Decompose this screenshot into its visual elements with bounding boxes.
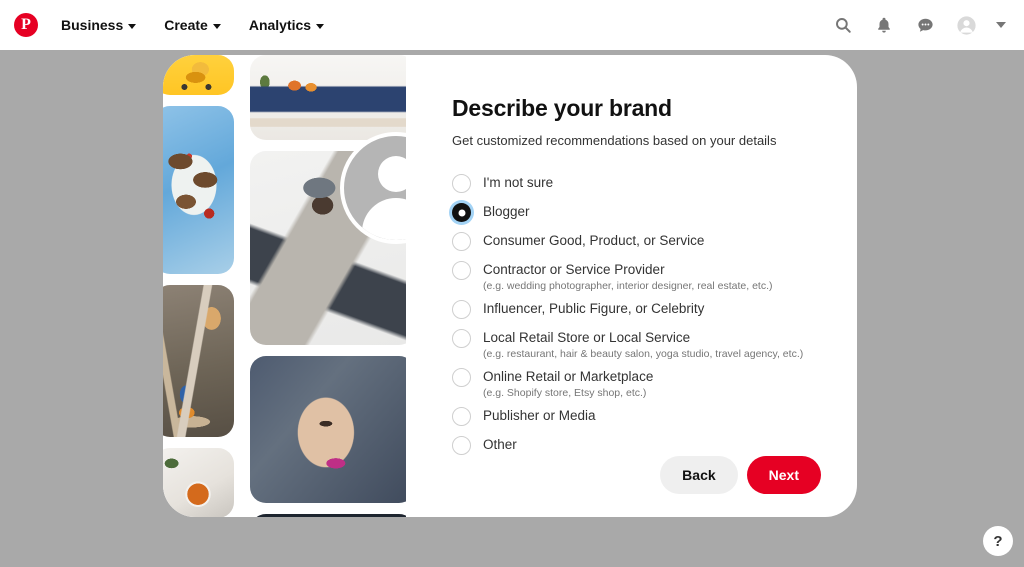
collage-tile-yellow-toy-car <box>163 55 234 95</box>
collage-tile-wooden-playset <box>163 285 234 437</box>
radio-option-consumer-good-product-or-service[interactable]: Consumer Good, Product, or Service <box>452 231 821 251</box>
radio-option-label: I'm not sure <box>483 175 554 190</box>
radio-option-local-retail-store-or-local-service[interactable]: Local Retail Store or Local Service (e.g… <box>452 328 821 361</box>
radio-option-sublabel: (e.g. restaurant, hair & beauty salon, y… <box>483 348 804 360</box>
radio-option-contractor-or-service-provider[interactable]: Contractor or Service Provider (e.g. wed… <box>452 260 821 293</box>
radio-button[interactable] <box>452 300 471 319</box>
radio-option-label: Online Retail or Marketplace <box>483 369 654 384</box>
messages-icon[interactable] <box>914 14 936 36</box>
radio-option-label: Consumer Good, Product, or Service <box>483 233 705 248</box>
pinterest-logo-icon[interactable]: P <box>14 13 38 37</box>
collage-tile-woman-portrait <box>250 356 406 503</box>
page-subtitle: Get customized recommendations based on … <box>452 133 777 148</box>
radio-option-publisher-or-media[interactable]: Publisher or Media <box>452 406 821 426</box>
chevron-down-icon <box>316 23 325 29</box>
radio-option-sublabel: (e.g. wedding photographer, interior des… <box>483 280 773 292</box>
radio-option-influencer-public-figure-or-celebrity[interactable]: Influencer, Public Figure, or Celebrity <box>452 299 821 319</box>
next-button[interactable]: Next <box>746 456 821 494</box>
help-button[interactable]: ? <box>983 526 1013 556</box>
nav-left-group: P Business Create Analytics <box>14 11 338 39</box>
radio-option-im-not-sure[interactable]: I'm not sure <box>452 173 821 193</box>
radio-option-label: Contractor or Service Provider <box>483 262 665 277</box>
radio-button[interactable] <box>452 261 471 280</box>
radio-option-online-retail-or-marketplace[interactable]: Online Retail or Marketplace (e.g. Shopi… <box>452 367 821 400</box>
account-avatar-icon[interactable] <box>955 14 977 36</box>
image-collage <box>163 55 406 517</box>
brand-description-form: Describe your brand Get customized recom… <box>406 55 857 517</box>
radio-option-label: Other <box>483 437 517 452</box>
avatar <box>340 132 406 244</box>
chevron-down-icon <box>212 23 221 29</box>
radio-button[interactable] <box>452 407 471 426</box>
search-icon[interactable] <box>832 14 854 36</box>
radio-button[interactable] <box>452 329 471 348</box>
back-button[interactable]: Back <box>660 456 738 494</box>
page-title: Describe your brand <box>452 95 672 121</box>
collage-tile-food-platter <box>163 106 234 274</box>
collage-column-left <box>163 55 234 517</box>
avatar-head-shape <box>378 156 406 192</box>
collage-tile-string-lights <box>250 514 406 517</box>
radio-option-label: Local Retail Store or Local Service <box>483 330 691 345</box>
chevron-down-icon <box>128 23 137 29</box>
collage-column-right <box>250 55 406 517</box>
brand-type-radio-group: I'm not sure Blogger Consumer Good, Prod… <box>452 173 821 455</box>
radio-button[interactable] <box>452 232 471 251</box>
radio-option-label: Blogger <box>483 204 530 219</box>
radio-button[interactable] <box>452 436 471 455</box>
radio-option-blogger[interactable]: Blogger <box>452 202 821 222</box>
nav-item-analytics-label: Analytics <box>248 17 312 33</box>
nav-item-business[interactable]: Business <box>47 11 150 39</box>
radio-option-label: Influencer, Public Figure, or Celebrity <box>483 301 705 316</box>
radio-button-selected[interactable] <box>452 203 471 222</box>
form-actions: Back Next <box>660 456 821 494</box>
radio-option-other[interactable]: Other <box>452 435 821 455</box>
radio-option-sublabel: (e.g. Shopify store, Etsy shop, etc.) <box>483 387 647 399</box>
profile-avatar-placeholder <box>340 132 406 244</box>
radio-button[interactable] <box>452 174 471 193</box>
collage-tile-blue-sofa-livingroom <box>250 55 406 140</box>
nav-item-analytics[interactable]: Analytics <box>235 11 338 39</box>
avatar-body-shape <box>362 198 406 240</box>
account-chevron-down-icon[interactable] <box>996 22 1006 28</box>
nav-item-business-label: Business <box>61 17 124 33</box>
top-navigation-bar: P Business Create Analytics <box>0 0 1024 50</box>
describe-your-brand-card: Describe your brand Get customized recom… <box>163 55 857 517</box>
nav-item-create[interactable]: Create <box>150 11 235 39</box>
nav-item-create-label: Create <box>164 17 208 33</box>
collage-tile-food-bowl <box>163 448 234 517</box>
radio-button[interactable] <box>452 368 471 387</box>
radio-option-label: Publisher or Media <box>483 408 596 423</box>
nav-right-group <box>832 14 1010 36</box>
notifications-bell-icon[interactable] <box>873 14 895 36</box>
